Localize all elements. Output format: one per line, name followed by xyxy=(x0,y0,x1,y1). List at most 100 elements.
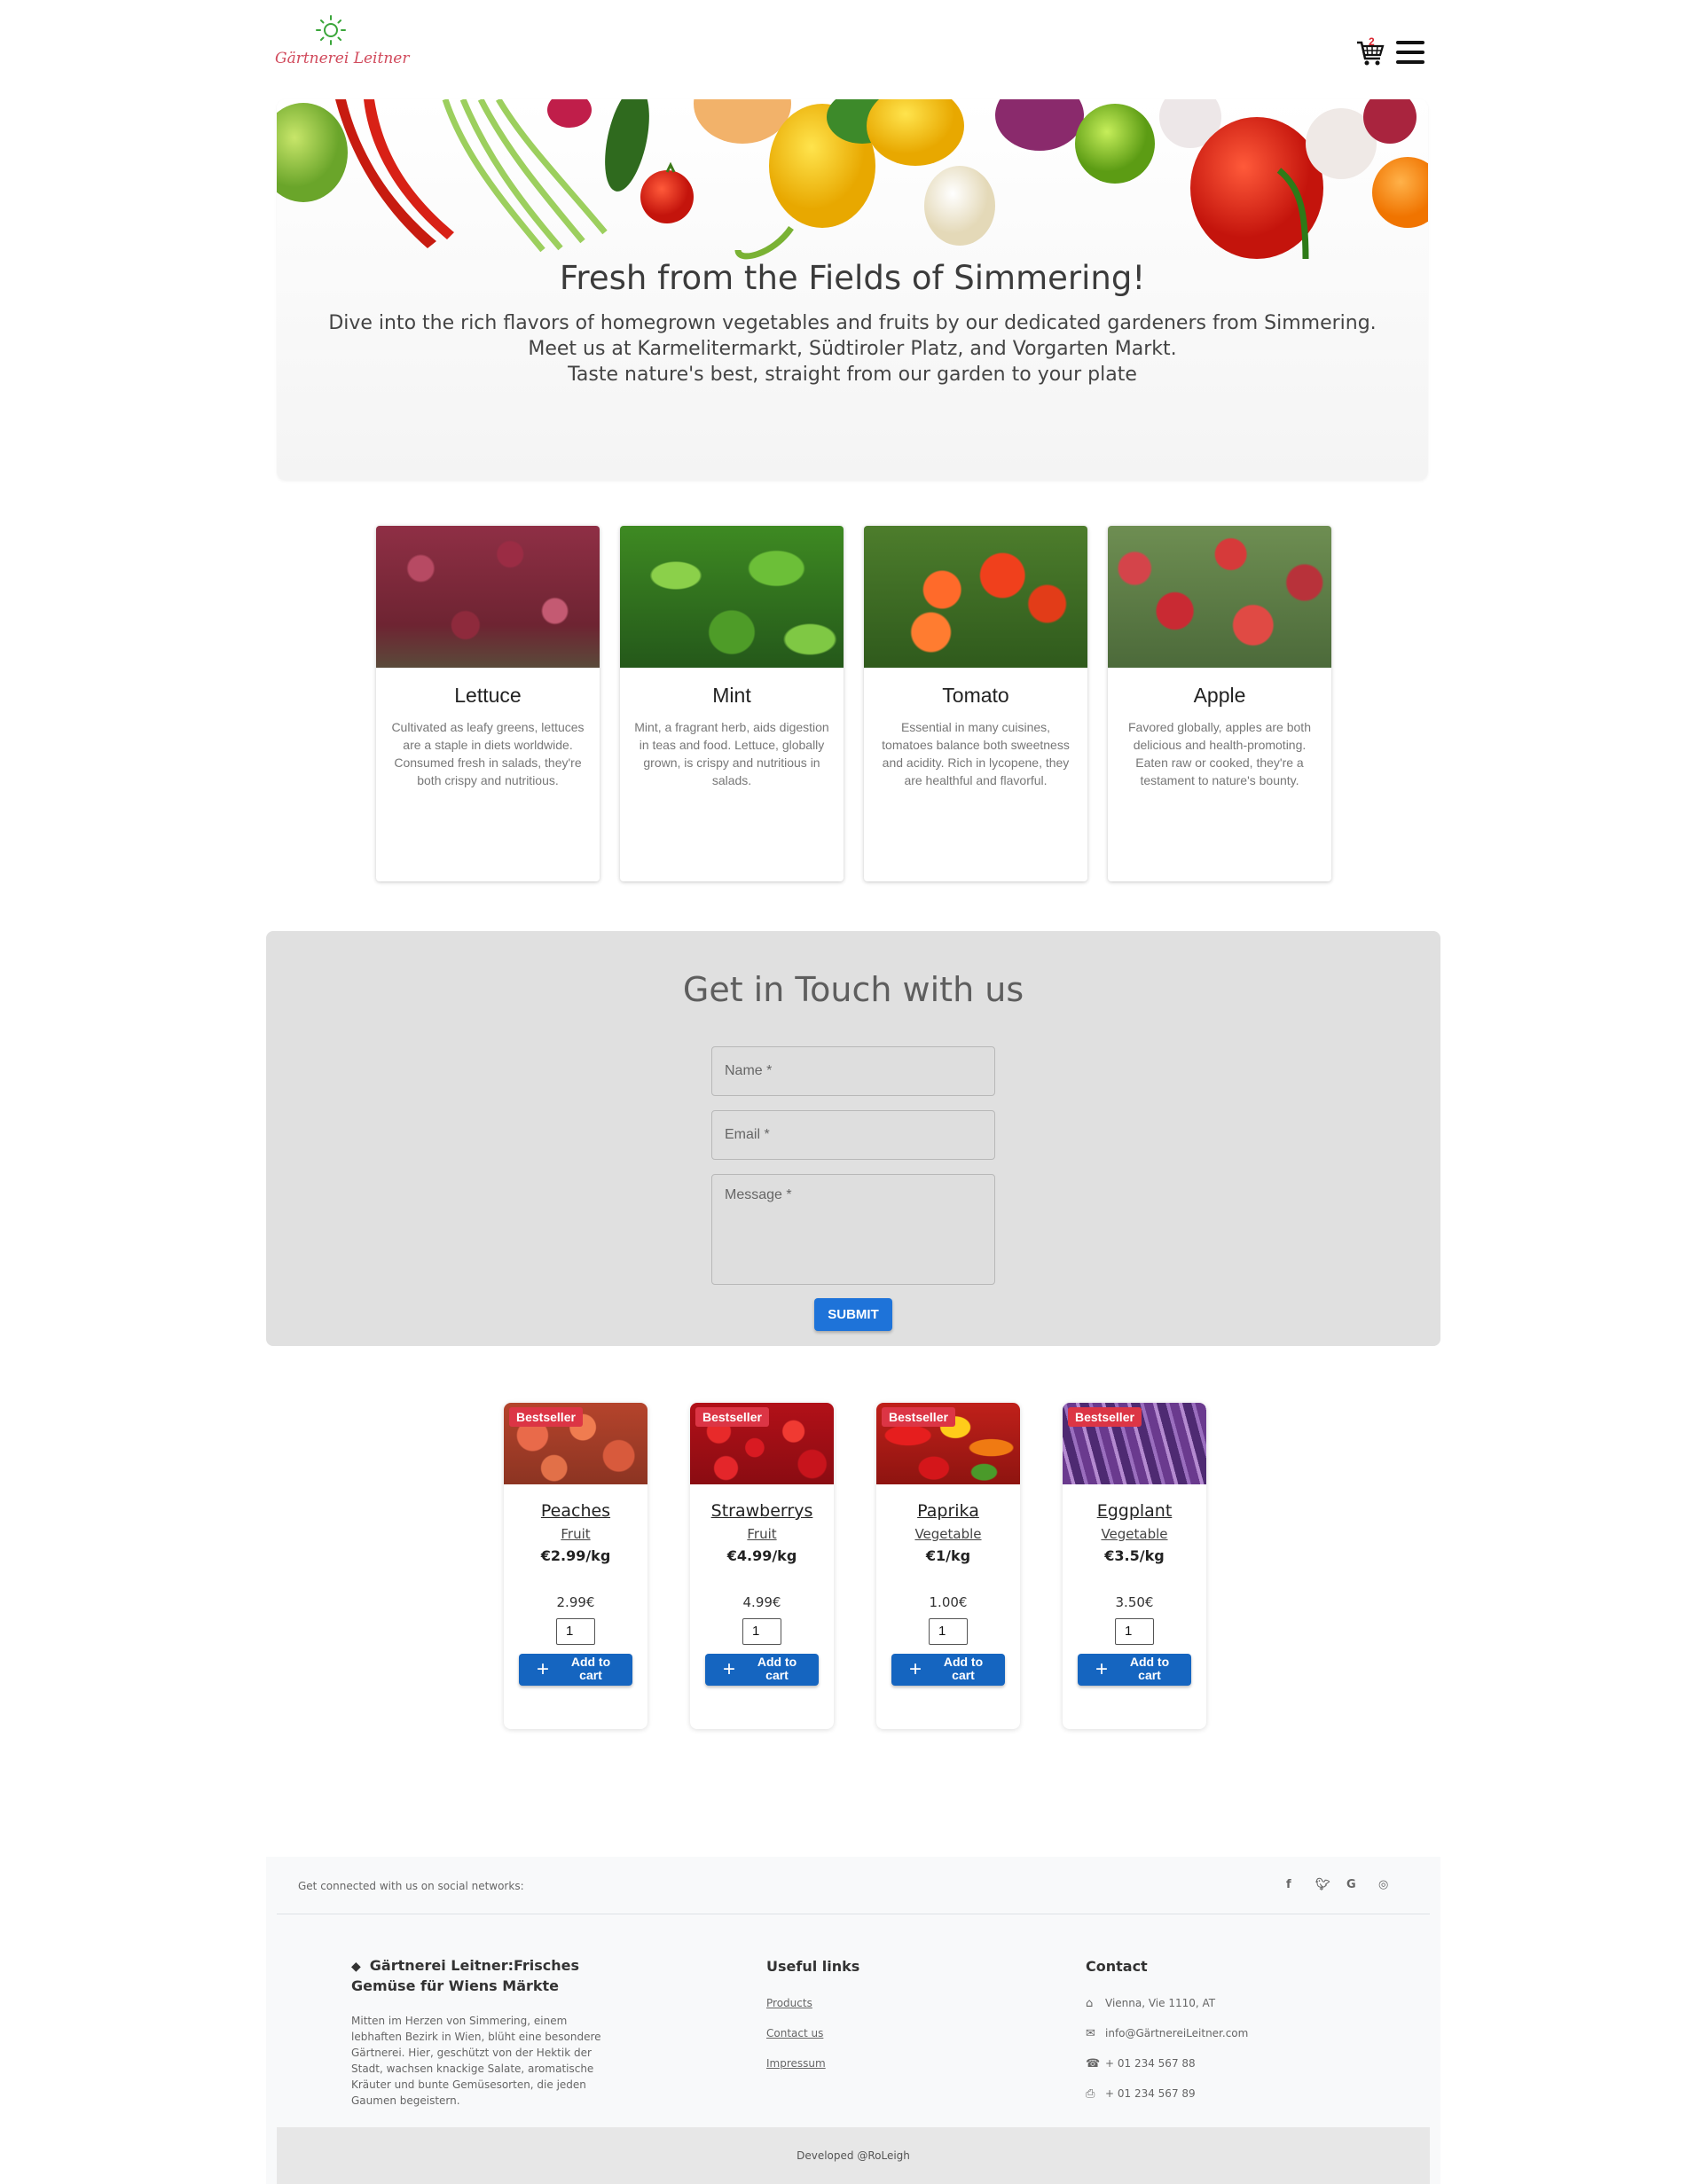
produce-description: Cultivated as leafy greens, lettuces are… xyxy=(391,720,585,787)
footer-brand-description: Mitten im Herzen von Simmering, einem le… xyxy=(351,2015,601,2107)
produce-card-tomato[interactable]: Tomato Essential in many cuisines, tomat… xyxy=(864,526,1087,881)
instagram-icon[interactable]: ◎ xyxy=(1378,1878,1388,1891)
footer-link-contact[interactable]: Contact us xyxy=(766,2027,823,2039)
hero-line: Dive into the rich flavors of homegrown … xyxy=(328,312,1377,334)
produce-card-mint[interactable]: Mint Mint, a fragrant herb, aids digesti… xyxy=(620,526,844,881)
price-per-kg: €1/kg xyxy=(925,1547,971,1564)
email-field[interactable]: Email * xyxy=(711,1110,995,1160)
cart-count-badge: 2 xyxy=(1369,35,1375,48)
price-per-kg: €4.99/kg xyxy=(726,1547,797,1564)
social-bar: Get connected with us on social networks… xyxy=(277,1857,1430,1914)
product-category-link[interactable]: Vegetable xyxy=(876,1526,1020,1542)
add-to-cart-button[interactable]: + Add to cart xyxy=(705,1654,819,1686)
quantity-input[interactable]: 1 xyxy=(1115,1618,1154,1645)
price-per-kg: €2.99/kg xyxy=(540,1547,611,1564)
footer-brand-title-text: Gärtnerei Leitner:Frisches Gemüse für Wi… xyxy=(351,1957,580,1994)
eggplant-image: Bestseller xyxy=(1063,1403,1206,1484)
add-to-cart-button[interactable]: + Add to cart xyxy=(1078,1654,1191,1686)
bestseller-badge: Bestseller xyxy=(882,1407,955,1427)
logo[interactable]: Gärtnerei Leitner xyxy=(275,12,409,74)
contact-phone: ☎ + 01 234 567 88 xyxy=(1086,2057,1196,2070)
logo-text: Gärtnerei Leitner xyxy=(275,50,410,67)
useful-links-title: Useful links xyxy=(766,1958,860,1975)
produce-title: Apple xyxy=(1193,684,1246,707)
produce-card-lettuce[interactable]: Lettuce Cultivated as leafy greens, lett… xyxy=(376,526,600,881)
produce-title: Tomato xyxy=(942,684,1009,707)
product-category-link[interactable]: Vegetable xyxy=(1063,1526,1206,1542)
product-price: 4.99€ xyxy=(742,1594,781,1610)
twitter-icon[interactable]: 🐦︎ xyxy=(1315,1878,1330,1891)
product-category-link[interactable]: Fruit xyxy=(690,1526,834,1542)
site-header: Gärtnerei Leitner 2 xyxy=(275,12,1428,83)
facebook-icon[interactable]: f xyxy=(1286,1878,1291,1891)
product-price: 2.99€ xyxy=(556,1594,595,1610)
add-to-cart-label: Add to cart xyxy=(943,1655,984,1682)
produce-card-apple[interactable]: Apple Favored globally, apples are both … xyxy=(1108,526,1331,881)
bestseller-badge: Bestseller xyxy=(1068,1407,1142,1427)
produce-title: Lettuce xyxy=(454,684,522,707)
apple-image xyxy=(1108,526,1331,668)
tomato-image xyxy=(864,526,1087,668)
footer-link-products[interactable]: Products xyxy=(766,1997,812,2009)
hero-line: Taste nature's best, straight from our g… xyxy=(568,364,1137,386)
hero-line: Meet us at Karmelitermarkt, Südtiroler P… xyxy=(528,338,1177,360)
lettuce-image xyxy=(376,526,600,668)
email-text: info@GärtnereiLeitner.com xyxy=(1105,2027,1249,2039)
add-to-cart-label: Add to cart xyxy=(1129,1655,1170,1682)
plus-icon: + xyxy=(909,1657,922,1681)
hero-title: Fresh from the Fields of Simmering! xyxy=(559,259,1146,297)
contact-address: ⌂ Vienna, Vie 1110, AT xyxy=(1086,1997,1215,2010)
product-price: 3.50€ xyxy=(1115,1594,1154,1610)
google-icon[interactable]: G xyxy=(1346,1878,1356,1891)
footer-credits: Developed @RoLeigh xyxy=(277,2127,1430,2184)
message-field[interactable]: Message * xyxy=(711,1174,995,1285)
home-icon: ⌂ xyxy=(1086,1997,1094,2010)
vegetables-banner-image xyxy=(277,99,1428,260)
printer-icon: ⎙ xyxy=(1086,2087,1095,2101)
quantity-input[interactable]: 1 xyxy=(929,1618,968,1645)
product-category-link[interactable]: Fruit xyxy=(504,1526,647,1542)
contact-email: ✉ info@GärtnereiLeitner.com xyxy=(1086,2027,1248,2040)
footer-link-impressum[interactable]: Impressum xyxy=(766,2057,826,2070)
hero-banner: Fresh from the Fields of Simmering! Dive… xyxy=(277,99,1428,481)
contact-fax: ⎙ + 01 234 567 89 xyxy=(1086,2087,1196,2101)
contact-section: Get in Touch with us Name * Email * Mess… xyxy=(266,931,1440,1346)
contact-column-title: Contact xyxy=(1086,1958,1148,1975)
name-field[interactable]: Name * xyxy=(711,1046,995,1096)
envelope-icon: ✉ xyxy=(1086,2027,1095,2040)
address-text: Vienna, Vie 1110, AT xyxy=(1105,1997,1216,2009)
product-name-link[interactable]: Paprika xyxy=(876,1501,1020,1521)
produce-cards: Lettuce Cultivated as leafy greens, lett… xyxy=(376,526,1331,882)
submit-button[interactable]: SUBMIT xyxy=(814,1298,892,1331)
shop-card-eggplant: Bestseller Eggplant Vegetable €3.5/kg 3.… xyxy=(1063,1403,1206,1729)
product-price: 1.00€ xyxy=(929,1594,968,1610)
quantity-input[interactable]: 1 xyxy=(742,1618,781,1645)
product-name-link[interactable]: Peaches xyxy=(504,1501,647,1521)
bestseller-badge: Bestseller xyxy=(695,1407,769,1427)
plus-icon: + xyxy=(1095,1657,1109,1681)
add-to-cart-label: Add to cart xyxy=(757,1655,797,1682)
fax-text: + 01 234 567 89 xyxy=(1105,2087,1196,2100)
social-text: Get connected with us on social networks… xyxy=(298,1880,524,1892)
product-name-link[interactable]: Eggplant xyxy=(1063,1501,1206,1521)
gem-icon: ◆ xyxy=(351,1960,361,1974)
shop-card-peaches: Bestseller Peaches Fruit €2.99/kg 2.99€ … xyxy=(504,1403,647,1729)
product-name-link[interactable]: Strawberrys xyxy=(690,1501,834,1521)
contact-title: Get in Touch with us xyxy=(682,970,1024,1009)
peaches-image: Bestseller xyxy=(504,1403,647,1484)
phone-icon: ☎ xyxy=(1086,2057,1101,2070)
plus-icon: + xyxy=(723,1657,736,1681)
plus-icon: + xyxy=(537,1657,550,1681)
shop-card-paprika: Bestseller Paprika Vegetable €1/kg 1.00€… xyxy=(876,1403,1020,1729)
phone-text: + 01 234 567 88 xyxy=(1105,2057,1196,2070)
paprika-image: Bestseller xyxy=(876,1403,1020,1484)
quantity-input[interactable]: 1 xyxy=(556,1618,595,1645)
hamburger-menu-icon[interactable] xyxy=(1396,41,1424,66)
produce-title: Mint xyxy=(712,684,751,707)
add-to-cart-button[interactable]: + Add to cart xyxy=(519,1654,632,1686)
bestseller-badge: Bestseller xyxy=(509,1407,583,1427)
footer-brand-title: ◆ Gärtnerei Leitner:Frisches Gemüse für W… xyxy=(351,1956,635,1995)
add-to-cart-button[interactable]: + Add to cart xyxy=(891,1654,1005,1686)
bestseller-shop: Bestseller Peaches Fruit €2.99/kg 2.99€ … xyxy=(504,1403,1206,1731)
strawberrys-image: Bestseller xyxy=(690,1403,834,1484)
